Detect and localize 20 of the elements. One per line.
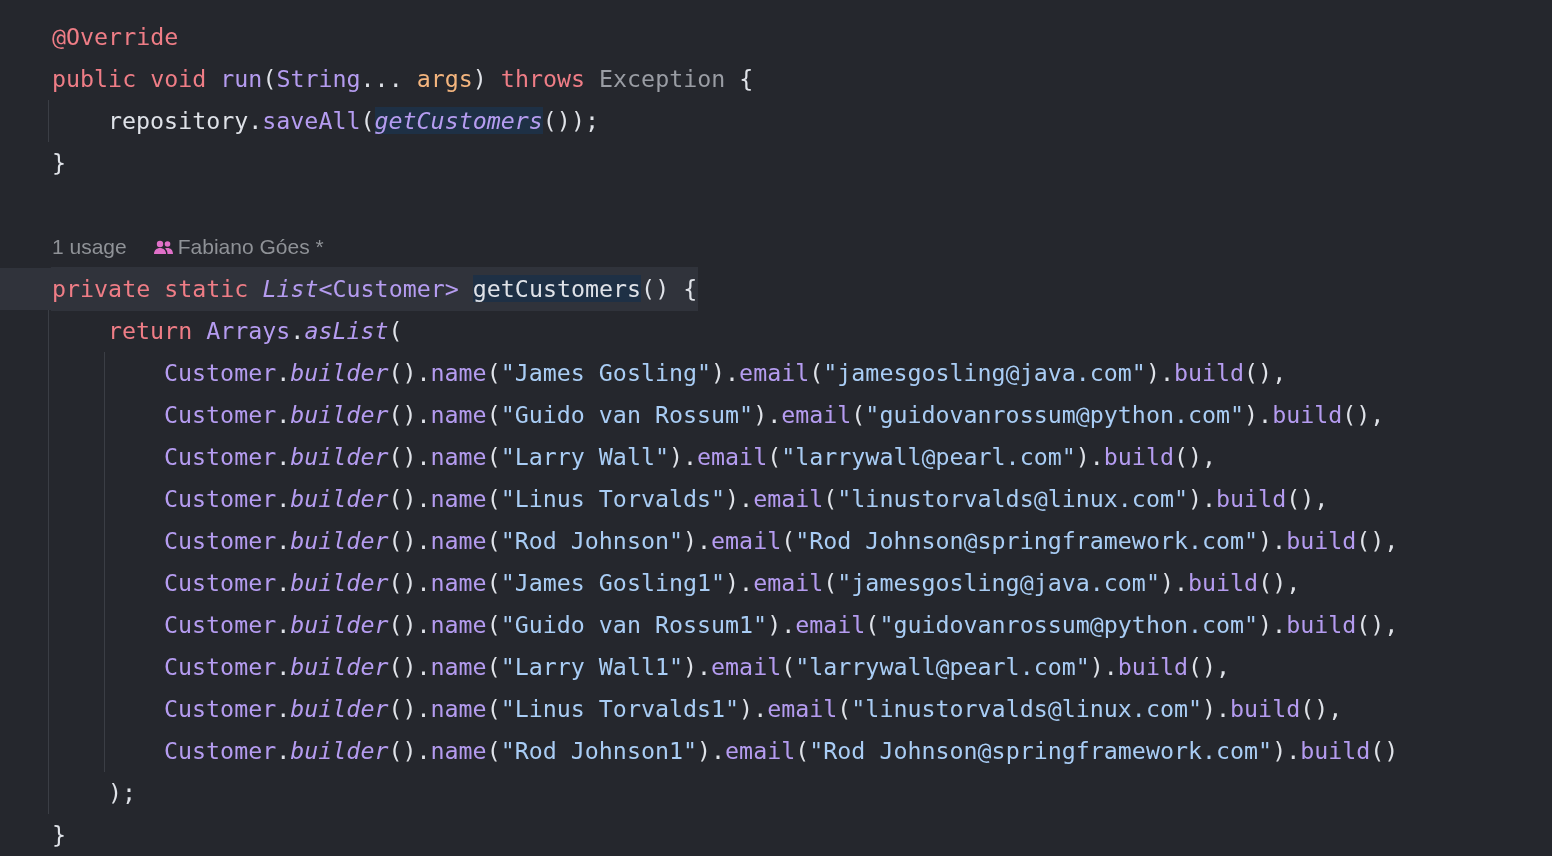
code-line: @Override [52, 22, 179, 52]
code-line: Customer.builder().name("Linus Torvalds").email("linustorvalds@linux.com").build(), [164, 484, 1329, 514]
code-line: Customer.builder().name("James Gosling").email("jamesgosling@java.com").build(), [164, 358, 1287, 388]
people-icon [152, 239, 174, 255]
code-line: Customer.builder().name("Larry Wall").email("larrywall@pearl.com").build(), [164, 442, 1217, 472]
author-hint[interactable]: Fabiano Góes * [177, 235, 324, 259]
code-line: Customer.builder().name("Guido van Rossum1").email("guidovanrossum@python.com").build(), [164, 610, 1399, 640]
code-line: Customer.builder().name("Larry Wall1").email("larrywall@pearl.com").build(), [164, 652, 1231, 682]
code-line: Customer.builder().name("James Gosling1").email("jamesgosling@java.com").build(), [164, 568, 1301, 598]
code-line: Customer.builder().name("Rod Johnson1").email("Rod Johnson@springframework.com").build() [164, 736, 1399, 766]
code-line: } [52, 820, 67, 850]
code-line: Customer.builder().name("Rod Johnson").email("Rod Johnson@springframework.com").build(), [164, 526, 1399, 556]
code-line: repository.saveAll(getCustomers()); [108, 106, 599, 136]
code-line: return Arrays.asList( [108, 316, 403, 346]
code-line: Customer.builder().name("Guido van Rossum").email("guidovanrossum@python.com").build(), [164, 400, 1385, 430]
code-line: Customer.builder().name("Linus Torvalds1").email("linustorvalds@linux.com").build(), [164, 694, 1343, 724]
code-line: public void run(String... args) throws Exception { [52, 64, 754, 94]
code-line: ); [108, 778, 137, 808]
usage-count[interactable]: 1 usage [52, 235, 127, 259]
code-line: } [52, 148, 67, 178]
